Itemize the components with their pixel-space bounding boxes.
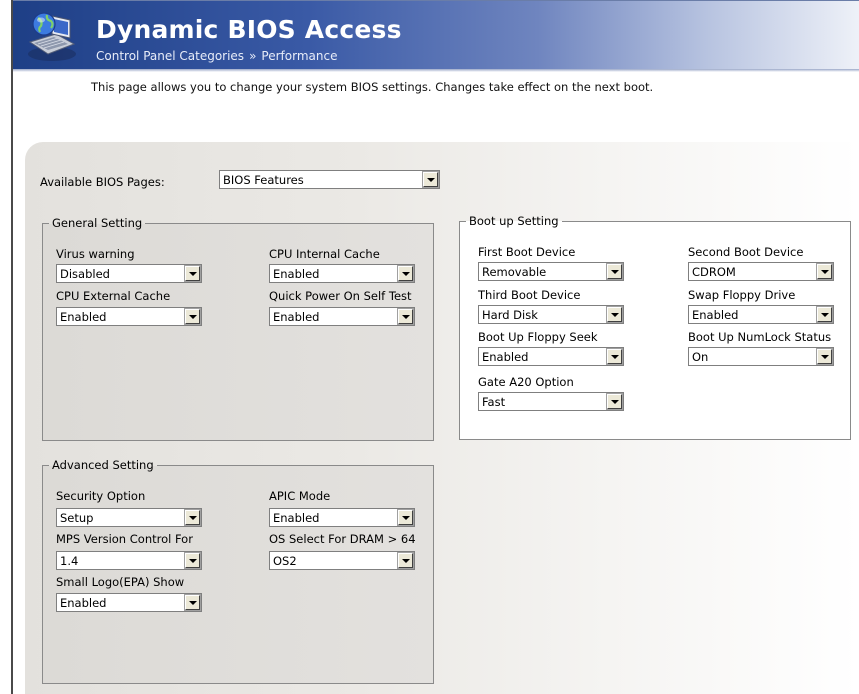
page-title: Dynamic BIOS Access <box>96 15 402 44</box>
computer-globe-icon <box>28 12 76 61</box>
small-logo-label: Small Logo(EPA) Show <box>56 575 185 589</box>
chevron-down-icon[interactable] <box>397 509 414 526</box>
gate-a20-select[interactable]: Fast <box>478 392 624 411</box>
virus-warning-value: Disabled <box>60 267 110 281</box>
available-pages-select[interactable]: BIOS Features <box>219 170 440 189</box>
quick-post-value: Enabled <box>273 310 320 324</box>
numlock-status-select[interactable]: On <box>688 347 834 366</box>
advanced-setting-title: Advanced Setting <box>52 458 154 472</box>
numlock-status-value: On <box>692 350 709 364</box>
window-left-border <box>11 0 13 694</box>
third-boot-device-value: Hard Disk <box>482 308 538 322</box>
cpu-internal-cache-label: CPU Internal Cache <box>269 247 380 261</box>
virus-warning-select[interactable]: Disabled <box>56 264 202 283</box>
apic-mode-label: APIC Mode <box>269 489 331 503</box>
breadcrumb-separator: » <box>249 49 257 63</box>
quick-post-select[interactable]: Enabled <box>269 307 415 326</box>
small-logo-value: Enabled <box>60 596 107 610</box>
apic-mode-select[interactable]: Enabled <box>269 508 415 527</box>
security-option-label: Security Option <box>56 489 146 503</box>
chevron-down-icon[interactable] <box>397 265 414 282</box>
third-boot-device-select[interactable]: Hard Disk <box>478 305 624 324</box>
os-select-dram-label: OS Select For DRAM > 64 <box>269 532 416 546</box>
boot-up-floppy-seek-select[interactable]: Enabled <box>478 347 624 366</box>
header-shadow <box>13 69 859 72</box>
chevron-down-icon[interactable] <box>184 552 201 569</box>
chevron-down-icon[interactable] <box>606 348 623 365</box>
chevron-down-icon[interactable] <box>816 348 833 365</box>
swap-floppy-drive-label: Swap Floppy Drive <box>688 288 796 302</box>
first-boot-device-value: Removable <box>482 265 547 279</box>
chevron-down-icon[interactable] <box>606 263 623 280</box>
apic-mode-value: Enabled <box>273 511 320 525</box>
chevron-down-icon[interactable] <box>606 306 623 323</box>
chevron-down-icon[interactable] <box>184 594 201 611</box>
chevron-down-icon[interactable] <box>184 509 201 526</box>
small-logo-select[interactable]: Enabled <box>56 593 202 612</box>
cpu-external-cache-select[interactable]: Enabled <box>56 307 202 326</box>
chevron-down-icon[interactable] <box>184 308 201 325</box>
third-boot-device-label: Third Boot Device <box>478 288 581 302</box>
cpu-internal-cache-select[interactable]: Enabled <box>269 264 415 283</box>
general-setting-title: General Setting <box>52 216 143 230</box>
mps-version-select[interactable]: 1.4 <box>56 551 202 570</box>
first-boot-device-select[interactable]: Removable <box>478 262 624 281</box>
chevron-down-icon[interactable] <box>397 308 414 325</box>
second-boot-device-label: Second Boot Device <box>688 245 804 259</box>
breadcrumb-performance[interactable]: Performance <box>261 49 337 63</box>
chevron-down-icon[interactable] <box>816 263 833 280</box>
chevron-down-icon[interactable] <box>422 171 439 188</box>
available-pages-label: Available BIOS Pages: <box>40 175 165 189</box>
mps-version-label: MPS Version Control For <box>56 532 193 546</box>
os-select-dram-select[interactable]: OS2 <box>269 551 415 570</box>
gate-a20-value: Fast <box>482 395 506 409</box>
quick-post-label: Quick Power On Self Test <box>269 289 412 303</box>
breadcrumb: Control Panel Categories » Performance <box>96 49 337 63</box>
virus-warning-label: Virus warning <box>56 247 135 261</box>
gate-a20-label: Gate A20 Option <box>478 375 574 389</box>
swap-floppy-drive-select[interactable]: Enabled <box>688 305 834 324</box>
numlock-status-label: Boot Up NumLock Status <box>688 330 832 344</box>
boot-setting-title: Boot up Setting <box>469 214 559 228</box>
boot-up-floppy-seek-label: Boot Up Floppy Seek <box>478 330 598 344</box>
available-pages-value: BIOS Features <box>223 173 304 187</box>
chevron-down-icon[interactable] <box>184 265 201 282</box>
chevron-down-icon[interactable] <box>816 306 833 323</box>
page-description: This page allows you to change your syst… <box>91 80 654 94</box>
security-option-value: Setup <box>60 511 94 525</box>
breadcrumb-control-panel[interactable]: Control Panel Categories <box>96 49 244 63</box>
cpu-internal-cache-value: Enabled <box>273 267 320 281</box>
chevron-down-icon[interactable] <box>606 393 623 410</box>
cpu-external-cache-value: Enabled <box>60 310 107 324</box>
swap-floppy-drive-value: Enabled <box>692 308 739 322</box>
os-select-dram-value: OS2 <box>273 554 297 568</box>
cpu-external-cache-label: CPU External Cache <box>56 289 171 303</box>
second-boot-device-select[interactable]: CDROM <box>688 262 834 281</box>
boot-up-floppy-seek-value: Enabled <box>482 350 529 364</box>
chevron-down-icon[interactable] <box>397 552 414 569</box>
second-boot-device-value: CDROM <box>692 265 736 279</box>
first-boot-device-label: First Boot Device <box>478 245 576 259</box>
security-option-select[interactable]: Setup <box>56 508 202 527</box>
mps-version-value: 1.4 <box>60 554 79 568</box>
